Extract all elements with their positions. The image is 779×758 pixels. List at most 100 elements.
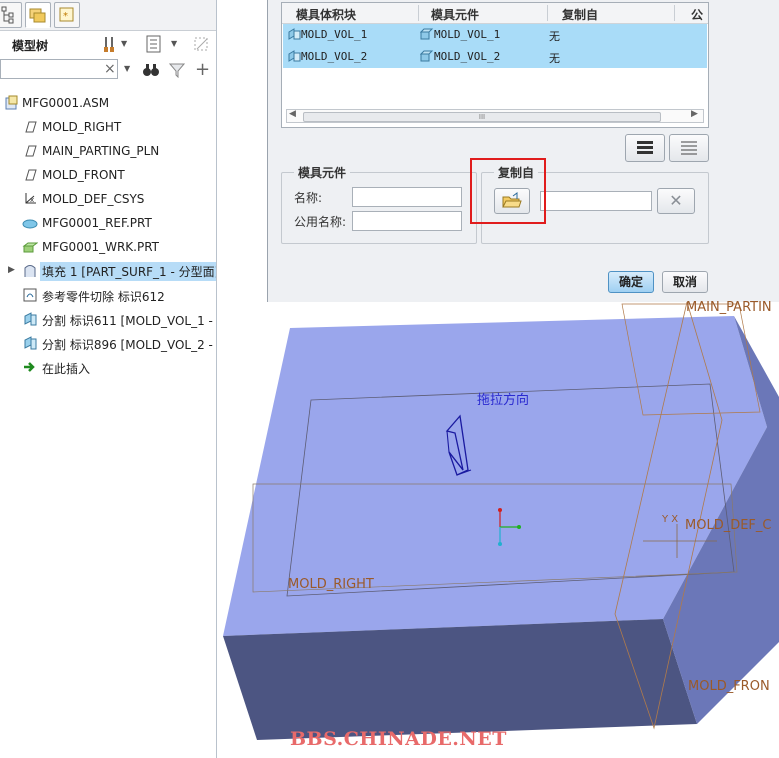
tree-search-row: × ▼ +	[0, 58, 216, 82]
row-volume-name: MOLD_VOL_1	[301, 28, 368, 41]
csys-icon: x	[25, 193, 36, 204]
row-component-name: MOLD_VOL_2	[434, 50, 501, 63]
tree-item-label: 参考零件切除 标识612	[42, 290, 165, 304]
tree-item-label: 分割 标识611 [MOLD_VOL_1 -	[42, 314, 213, 328]
mold-def-csys-label: MOLD_DEF_C	[685, 518, 772, 533]
table-header: 模具体积块 模具元件 复制自 公	[282, 3, 708, 24]
tree-item-mold-front[interactable]: MOLD_FRONT	[0, 164, 216, 186]
show-columns-icon[interactable]	[145, 35, 163, 53]
row-component-name: MOLD_VOL_1	[434, 28, 501, 41]
tree-item-label: MFG0001_REF.PRT	[42, 216, 152, 230]
tree-item-workpiece[interactable]: MFG0001_WRK.PRT	[0, 236, 216, 258]
scroll-left-arrow-icon[interactable]: ◀	[289, 109, 296, 119]
tab-folder-browser[interactable]	[25, 2, 51, 28]
tree-item-label: 填充 1 [PART_SURF_1 - 分型面]	[40, 262, 216, 281]
ok-button[interactable]: 确定	[608, 271, 654, 293]
svg-text:x: x	[30, 196, 34, 204]
block-front-face	[223, 619, 697, 740]
create-mold-component-dialog: 模具体积块 模具元件 复制自 公 MOLD_VOL_1 MOLD_VOL_1 无…	[267, 0, 779, 303]
row-volume-name: MOLD_VOL_2	[301, 50, 368, 63]
scrollbar-thumb[interactable]: III	[303, 112, 661, 122]
datum-plane-icon	[25, 169, 37, 181]
pull-direction-label: 拖拉方向	[477, 393, 530, 408]
tree-item-label: MAIN_PARTING_PLN	[42, 144, 160, 158]
scroll-right-arrow-icon[interactable]: ▶	[691, 109, 698, 119]
mold-component-icon	[420, 28, 434, 40]
tree-filter-disabled-icon[interactable]	[193, 35, 211, 53]
tree-item-fill-surface[interactable]: ▶ 填充 1 [PART_SURF_1 - 分型面]	[0, 260, 216, 282]
tree-item-label: 分割 标识896 [MOLD_VOL_2 -	[42, 338, 213, 352]
find-binoculars-icon[interactable]	[142, 62, 160, 78]
column-header-common[interactable]: 公	[691, 6, 703, 23]
common-name-input[interactable]	[352, 211, 462, 231]
main-parting-label: MAIN_PARTIN	[686, 300, 772, 315]
select-all-button[interactable]	[625, 134, 665, 162]
table-row[interactable]: MOLD_VOL_2 MOLD_VOL_2 无	[283, 46, 707, 68]
chevron-down-icon[interactable]: ▼	[121, 39, 127, 48]
expand-arrow-icon[interactable]: ▶	[8, 265, 15, 275]
insert-here-arrow-icon	[24, 362, 35, 372]
mold-right-label: MOLD_RIGHT	[288, 577, 374, 592]
favorites-icon: *	[59, 7, 74, 22]
tree-item-label: MOLD_RIGHT	[42, 120, 122, 134]
tree-item-assembly[interactable]: MFG0001.ASM	[0, 92, 216, 114]
cutout-icon	[23, 288, 37, 302]
column-divider[interactable]	[547, 5, 548, 21]
tree-item-split-896[interactable]: 分割 标识896 [MOLD_VOL_2 -	[0, 332, 216, 354]
folders-icon	[29, 8, 46, 23]
add-icon[interactable]: +	[195, 59, 210, 80]
tree-item-insert-here[interactable]: 在此插入	[0, 356, 216, 378]
horizontal-scrollbar[interactable]: ◀ III ▶	[286, 109, 704, 123]
split-icon	[24, 336, 37, 350]
tree-item-mold-right[interactable]: MOLD_RIGHT	[0, 116, 216, 138]
clear-search-icon[interactable]: ×	[104, 61, 116, 77]
ok-button-label: 确定	[618, 275, 643, 289]
column-header-volume[interactable]: 模具体积块	[296, 6, 356, 23]
deselect-all-rows-icon	[681, 141, 697, 155]
column-divider[interactable]	[674, 5, 675, 21]
tree-item-label: MFG0001_WRK.PRT	[42, 240, 160, 254]
tree-settings-tools-icon[interactable]	[102, 35, 120, 53]
tree-item-split-611[interactable]: 分割 标识611 [MOLD_VOL_1 -	[0, 308, 216, 330]
tree-search-input[interactable]	[0, 59, 118, 79]
name-label: 名称:	[294, 191, 323, 205]
cancel-button[interactable]: 取消	[662, 271, 708, 293]
watermark-text: BBS.CHINADE.NET	[290, 728, 507, 750]
copy-from-path-field[interactable]	[540, 191, 652, 211]
model-tree-panel: * 模型树 ▼ ▼ × ▼ + MFG0001.ASM MOLD_RIGHT M…	[0, 0, 217, 758]
tab-favorites[interactable]: *	[54, 2, 80, 28]
tree-item-label: MOLD_FRONT	[42, 168, 125, 182]
scrollbar-grip: III	[478, 113, 486, 121]
filter-funnel-icon[interactable]	[169, 62, 185, 78]
chevron-down-icon[interactable]: ▼	[124, 64, 130, 73]
deselect-all-button[interactable]	[669, 134, 709, 162]
mold-component-group: 模具元件 名称: 公用名称:	[281, 164, 477, 244]
tree-structure-icon	[1, 6, 14, 24]
column-header-copy-from[interactable]: 复制自	[562, 6, 598, 23]
split-icon	[24, 312, 37, 326]
tree-item-label: MFG0001.ASM	[22, 96, 110, 110]
tree-item-mold-def-csys[interactable]: x MOLD_DEF_CSYS	[0, 188, 216, 210]
csys-axes-label: Y X	[662, 514, 679, 525]
tab-model-tree[interactable]	[0, 2, 22, 28]
tree-item-ref-part-cutout[interactable]: 参考零件切除 标识612	[0, 284, 216, 306]
model-tree-title: 模型树	[12, 39, 49, 53]
tree-item-ref-part[interactable]: MFG0001_REF.PRT	[0, 212, 216, 234]
tree-item-label: 在此插入	[42, 362, 91, 376]
group-title: 模具元件	[294, 164, 351, 181]
row-copy-from: 无	[549, 52, 560, 65]
close-icon: ✕	[669, 191, 683, 210]
select-all-rows-icon	[637, 141, 653, 154]
name-input[interactable]	[352, 187, 462, 207]
chevron-down-icon[interactable]: ▼	[171, 39, 177, 48]
column-divider[interactable]	[418, 5, 419, 21]
tree-item-main-parting-pln[interactable]: MAIN_PARTING_PLN	[0, 140, 216, 162]
graphics-viewport[interactable]: 拖拉方向 MAIN_PARTIN Y X MOLD_DEF_C MOLD_RIG…	[217, 300, 779, 758]
table-row[interactable]: MOLD_VOL_1 MOLD_VOL_1 无	[283, 24, 707, 46]
surface-fill-icon	[24, 265, 36, 277]
svg-text:*: *	[63, 11, 68, 22]
clear-copy-from-button[interactable]: ✕	[657, 188, 695, 214]
tree-header: 模型树 ▼ ▼	[0, 31, 216, 57]
column-header-component[interactable]: 模具元件	[431, 6, 479, 23]
common-name-label: 公用名称:	[294, 215, 347, 229]
